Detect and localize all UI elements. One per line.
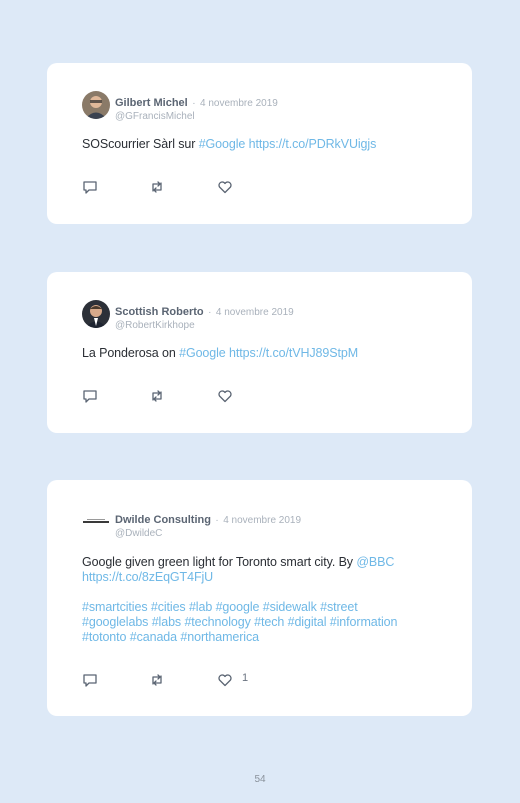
tweet-text-plain: SOScourrier Sàrl sur [82, 137, 199, 151]
page-number: 54 [254, 774, 266, 785]
retweet-icon[interactable] [149, 388, 165, 404]
tweet-text: La Ponderosa on #Google https://t.co/tVH… [82, 346, 437, 361]
tweet-date[interactable]: 4 novembre 2019 [216, 307, 294, 318]
tweet-actions [82, 388, 382, 404]
url-link[interactable]: https://t.co/PDRkVUigjs [249, 137, 377, 151]
tweet-text: SOScourrier Sàrl sur #Google https://t.c… [82, 137, 437, 152]
author-handle[interactable]: @RobertKirkhope [115, 320, 294, 331]
tweet-actions [82, 179, 382, 195]
hashtag-line[interactable]: #totonto #canada #northamerica [82, 630, 259, 644]
author-handle[interactable]: @DwildeC [115, 528, 301, 539]
retweet-icon[interactable] [149, 179, 165, 195]
author-name[interactable]: Scottish Roberto [115, 306, 204, 318]
separator-dot: · [208, 307, 212, 318]
hashtag-link[interactable]: #Google [179, 346, 226, 360]
reply-icon[interactable] [82, 388, 98, 404]
tweet-actions: 1 [82, 672, 382, 688]
url-link[interactable]: https://t.co/8zEqGT4FjU [82, 570, 213, 584]
tweet-card: Gilbert Michel · 4 novembre 2019 @GFranc… [47, 63, 472, 224]
hashtag-list: #smartcities #cities #lab #google #sidew… [82, 600, 437, 645]
reply-icon[interactable] [82, 672, 98, 688]
url-link[interactable]: https://t.co/tVHJ89StpM [229, 346, 358, 360]
like-count: 1 [242, 672, 249, 684]
tweet-card: Dwilde Consulting · 4 novembre 2019 @Dwi… [47, 480, 472, 716]
tweet-card: Scottish Roberto · 4 novembre 2019 @Robe… [47, 272, 472, 433]
separator-dot: · [192, 98, 196, 109]
author-name[interactable]: Dwilde Consulting [115, 514, 211, 526]
tweet-text-plain: Google given green light for Toronto sma… [82, 555, 357, 569]
avatar[interactable] [82, 91, 110, 119]
avatar[interactable] [82, 300, 110, 328]
retweet-icon[interactable] [149, 672, 165, 688]
hashtag-link[interactable]: #Google [199, 137, 246, 151]
tweet-date[interactable]: 4 novembre 2019 [200, 98, 278, 109]
tweet-date[interactable]: 4 novembre 2019 [223, 515, 301, 526]
avatar[interactable] [82, 508, 110, 536]
tweet-text-plain: La Ponderosa on [82, 346, 180, 360]
author-handle[interactable]: @GFrancisMichel [115, 111, 278, 122]
author-name[interactable]: Gilbert Michel [115, 97, 188, 109]
hashtag-line[interactable]: #googlelabs #labs #technology #tech #dig… [82, 615, 397, 629]
mention-link[interactable]: @BBC [356, 555, 394, 569]
separator-dot: · [215, 515, 219, 526]
tweet-text: Google given green light for Toronto sma… [82, 555, 437, 645]
heart-icon[interactable] [217, 179, 233, 195]
heart-icon[interactable] [217, 388, 233, 404]
reply-icon[interactable] [82, 179, 98, 195]
heart-icon[interactable] [217, 672, 233, 688]
hashtag-line[interactable]: #smartcities #cities #lab #google #sidew… [82, 600, 358, 614]
